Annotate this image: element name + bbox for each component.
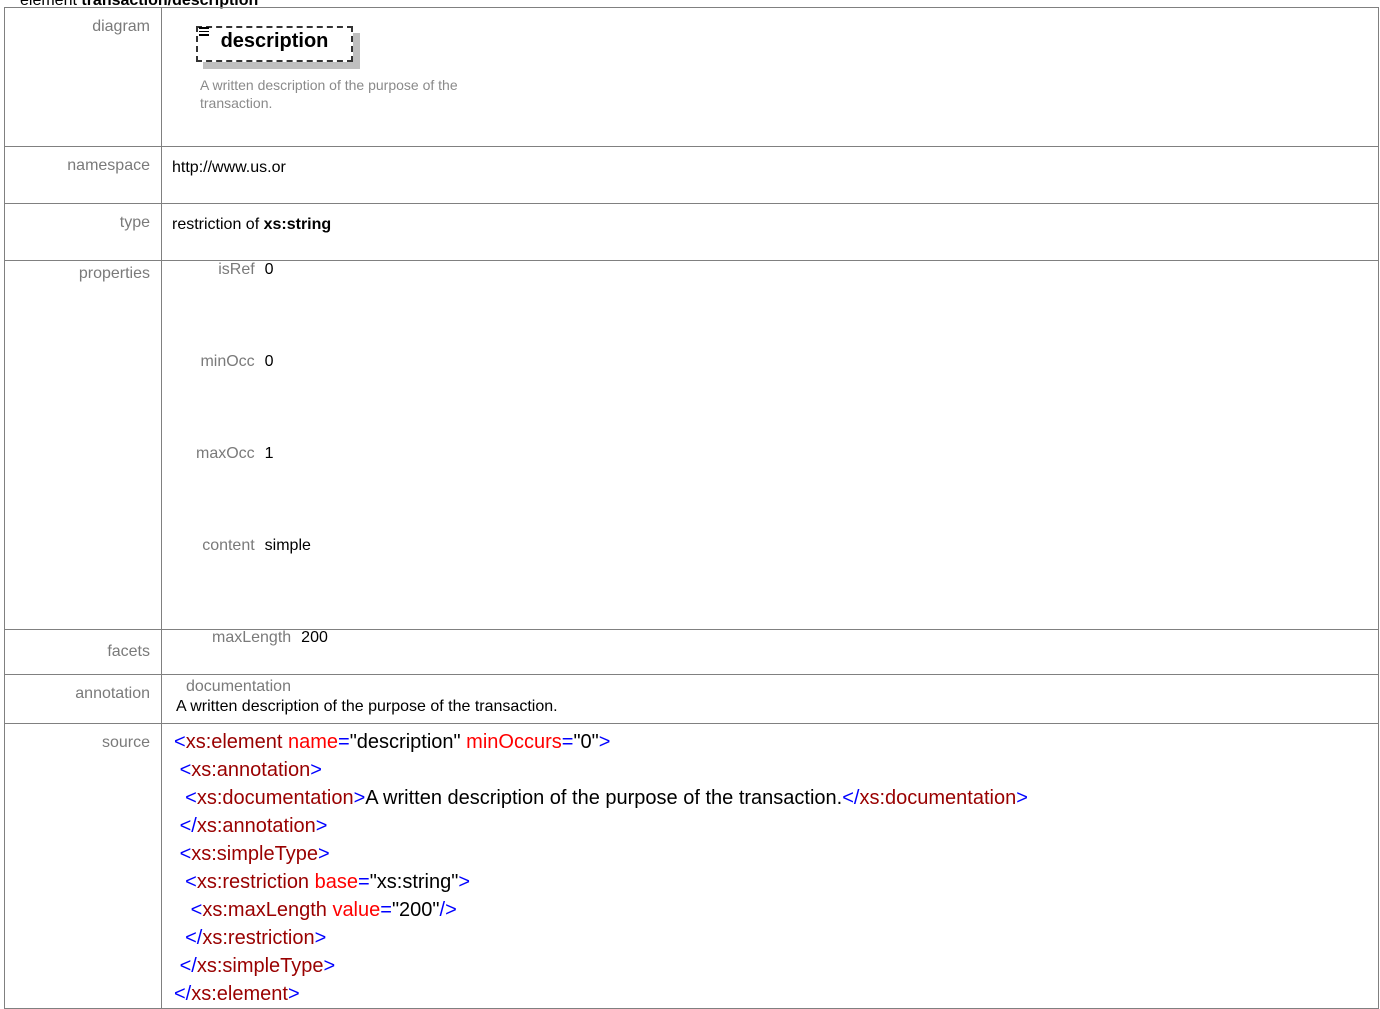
properties-row: properties isRef 0 minOcc 0 maxOcc 1 conten… (4, 260, 1379, 630)
annotation-title: documentation (186, 678, 291, 695)
source-line: <xs:element name="description" minOccurs… (174, 731, 611, 753)
type-base-link[interactable]: xs:string (264, 216, 332, 233)
element-documentation-table: diagram description A written descriptio… (4, 7, 1379, 1009)
source-line: <xs:restriction base="xs:string"> (185, 871, 471, 893)
type-label: type (4, 203, 162, 261)
properties-label: properties (4, 260, 162, 630)
property-key: maxOcc (196, 445, 255, 462)
property-key: content (202, 537, 255, 554)
property-value: simple (264, 537, 311, 554)
source-row: source <xs:element name="description" mi… (4, 723, 1379, 1009)
namespace-label: namespace (4, 146, 162, 204)
facet-item: maxLength 200 (212, 629, 1378, 647)
property-item: isRef 0 (196, 261, 311, 353)
source-cell: <xs:element name="description" minOccurs… (161, 723, 1379, 1009)
facets-row: facets maxLength 200 (4, 629, 1379, 675)
property-item: maxOcc 1 (196, 445, 311, 537)
page-title: element transaction/description (20, 0, 258, 9)
property-value: 1 (264, 445, 274, 462)
type-prefix: restriction of (172, 216, 264, 233)
diagram-documentation-text: A written description of the purpose of … (200, 77, 458, 111)
property-value: 0 (264, 261, 274, 278)
property-value: 0 (264, 353, 274, 370)
facets-label: facets (4, 629, 162, 675)
property-item: minOcc 0 (196, 353, 311, 445)
diagram-label: diagram (4, 7, 162, 147)
type-row: type restriction of xs:string (4, 203, 1379, 261)
source-line: </xs:simpleType> (179, 955, 336, 977)
facets-cell: maxLength 200 (161, 629, 1379, 675)
properties-table: isRef 0 minOcc 0 maxOcc 1 content simple (196, 261, 311, 629)
annotation-text: A written description of the purpose of … (176, 698, 558, 715)
property-item: content simple (196, 537, 311, 629)
type-value: restriction of xs:string (161, 203, 1379, 261)
annotation-row: annotation documentation A written descr… (4, 674, 1379, 724)
source-line: </xs:element> (174, 983, 300, 1005)
source-line: <xs:maxLength value="200"/> (190, 899, 457, 921)
source-line: </xs:restriction> (185, 927, 327, 949)
schema-diagram: description A written description of the… (172, 8, 472, 138)
diagram-row: diagram description A written descriptio… (4, 7, 1379, 147)
source-line: <xs:annotation> (179, 759, 322, 781)
source-label: source (4, 723, 162, 1009)
properties-cell: isRef 0 minOcc 0 maxOcc 1 content simple (161, 260, 1379, 630)
namespace-row: namespace http://www.us.or (4, 146, 1379, 204)
source-line: </xs:annotation> (179, 815, 328, 837)
source-code: <xs:element name="description" minOccurs… (174, 728, 1378, 1008)
namespace-value: http://www.us.or (161, 146, 1379, 204)
facet-value: 200 (301, 629, 328, 646)
diagram-cell: description A written description of the… (161, 7, 1379, 147)
diagram-element-name: description (220, 30, 329, 52)
source-line: <xs:documentation>A written description … (185, 787, 1028, 809)
source-line: <xs:simpleType> (179, 843, 330, 865)
annotation-label: annotation (4, 674, 162, 724)
facet-key: maxLength (212, 629, 292, 646)
property-key: isRef (218, 261, 255, 278)
property-key: minOcc (200, 353, 255, 370)
annotation-cell: documentation A written description of t… (161, 674, 1379, 724)
